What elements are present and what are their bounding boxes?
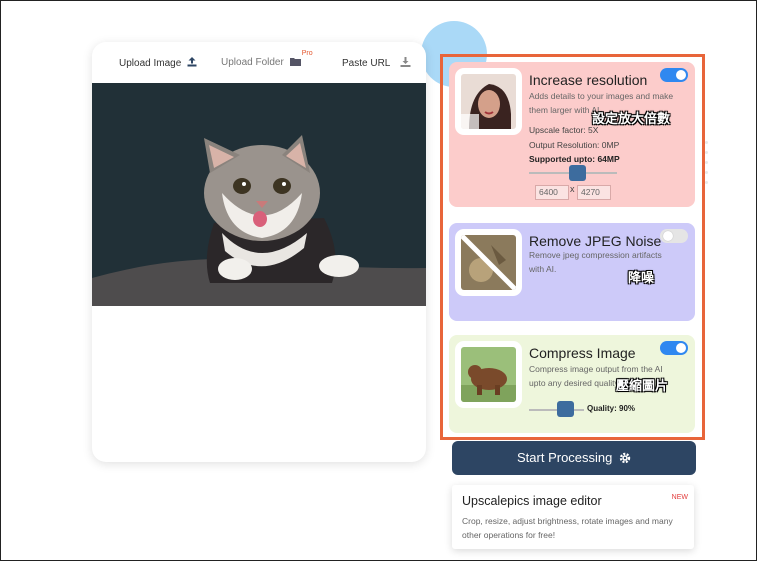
compress-image-thumbnail bbox=[455, 341, 522, 408]
annotation-compress: 壓縮圖片 bbox=[616, 378, 669, 393]
gear-icon bbox=[619, 452, 631, 464]
increase-resolution-thumbnail bbox=[455, 68, 522, 135]
upload-tabs: Upload Image Upload Folder Pro Paste URL bbox=[92, 42, 426, 83]
upscale-factor-text: Upscale factor: 5X bbox=[529, 125, 599, 135]
compress-image-title: Compress Image bbox=[529, 345, 636, 361]
tab-upload-folder[interactable]: Upload Folder Pro bbox=[221, 50, 313, 68]
supported-upto-text: Supported upto: 64MP bbox=[529, 154, 620, 164]
start-processing-button[interactable]: Start Processing bbox=[452, 441, 696, 475]
upscale-slider-handle[interactable] bbox=[569, 165, 586, 181]
increase-resolution-title: Increase resolution bbox=[529, 72, 648, 88]
upload-panel: Upload Image Upload Folder Pro Paste URL bbox=[92, 42, 426, 462]
new-badge: NEW bbox=[671, 494, 688, 501]
width-input[interactable]: 6400 bbox=[535, 185, 569, 200]
upload-icon bbox=[187, 57, 197, 67]
editor-card-title: Upscalepics image editor bbox=[462, 494, 602, 508]
start-processing-label: Start Processing bbox=[517, 450, 613, 465]
tab-paste-url[interactable]: Paste URL bbox=[342, 57, 411, 69]
annotation-denoise: 降噪 bbox=[628, 270, 655, 285]
dimension-separator: x bbox=[570, 184, 575, 194]
feature-increase-resolution: Increase resolution Adds details to your… bbox=[449, 62, 695, 207]
folder-icon bbox=[289, 58, 301, 66]
remove-jpeg-noise-description: Remove jpeg compression artifacts with A… bbox=[529, 250, 662, 274]
pro-badge: Pro bbox=[301, 50, 313, 57]
download-icon bbox=[400, 57, 411, 67]
increase-resolution-toggle[interactable] bbox=[660, 68, 688, 82]
remove-jpeg-noise-toggle[interactable] bbox=[660, 229, 688, 243]
tab-paste-url-label: Paste URL bbox=[342, 58, 390, 69]
feature-remove-jpeg-noise: Remove JPEG Noise Remove jpeg compressio… bbox=[449, 223, 695, 321]
remove-jpeg-noise-title: Remove JPEG Noise bbox=[529, 233, 662, 249]
quality-slider-handle[interactable] bbox=[557, 401, 574, 417]
height-input[interactable]: 4270 bbox=[577, 185, 611, 200]
remove-jpeg-noise-thumbnail bbox=[455, 229, 522, 296]
tab-upload-folder-label: Upload Folder bbox=[221, 57, 284, 68]
editor-card-description: Crop, resize, adjust brightness, rotate … bbox=[462, 516, 673, 540]
image-editor-card[interactable]: Upscalepics image editor NEW Crop, resiz… bbox=[452, 485, 694, 549]
annotation-set-scale: 設定放大倍數 bbox=[592, 111, 671, 126]
uploaded-image-preview bbox=[92, 83, 426, 306]
tab-upload-image[interactable]: Upload Image bbox=[119, 57, 197, 69]
quality-value: Quality: 90% bbox=[587, 404, 636, 413]
tab-upload-image-label: Upload Image bbox=[119, 58, 182, 69]
output-resolution-text: Output Resolution: 0MP bbox=[529, 140, 620, 150]
compress-image-toggle[interactable] bbox=[660, 341, 688, 355]
